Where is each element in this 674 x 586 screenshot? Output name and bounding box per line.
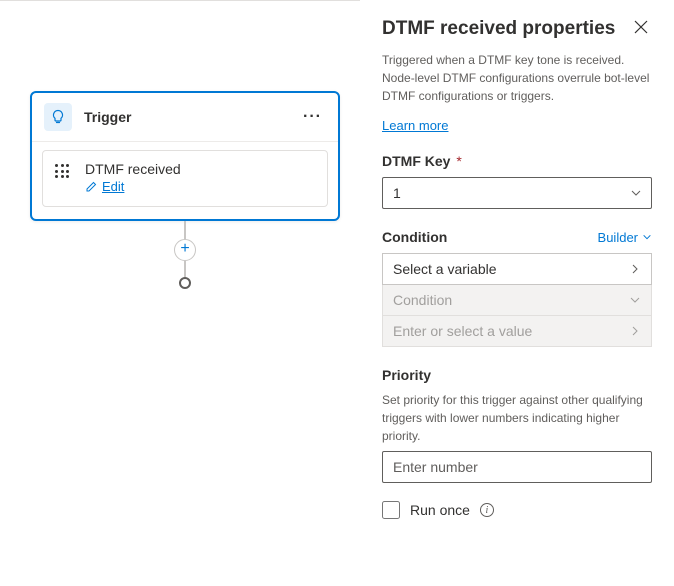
info-icon[interactable]: i [480, 503, 494, 517]
priority-description: Set priority for this trigger against ot… [382, 391, 652, 445]
run-once-checkbox[interactable] [382, 501, 400, 519]
node-header: Trigger ··· [32, 93, 338, 142]
end-node-icon [179, 277, 191, 289]
run-once-label: Run once [410, 502, 470, 518]
add-node-button[interactable]: + [174, 239, 196, 261]
condition-operator-select: Condition [382, 285, 652, 316]
edit-link[interactable]: Edit [85, 179, 124, 194]
chevron-right-icon [629, 325, 641, 337]
dtmf-key-select[interactable]: 1 [382, 177, 652, 209]
trigger-item-title: DTMF received [85, 161, 315, 177]
trigger-lightbulb-icon [44, 103, 72, 131]
dtmf-key-label: DTMF Key * [382, 153, 652, 169]
close-icon[interactable] [630, 18, 652, 41]
properties-panel: DTMF received properties Triggered when … [360, 0, 674, 586]
dialpad-icon [55, 164, 73, 182]
condition-value-select: Enter or select a value [382, 316, 652, 347]
node-title: Trigger [84, 109, 299, 125]
chevron-down-icon [629, 294, 641, 306]
connector: + [30, 221, 340, 289]
chevron-right-icon [629, 263, 641, 275]
run-once-row[interactable]: Run once i [382, 501, 652, 519]
priority-input[interactable] [382, 451, 652, 483]
panel-description: Triggered when a DTMF key tone is receiv… [382, 51, 652, 105]
condition-label: Condition Builder [382, 229, 652, 245]
panel-title: DTMF received properties [382, 18, 615, 40]
condition-builder: Select a variable Condition Enter or sel… [382, 253, 652, 347]
condition-variable-select[interactable]: Select a variable [382, 253, 652, 285]
trigger-item[interactable]: DTMF received Edit [42, 150, 328, 207]
builder-toggle[interactable]: Builder [598, 230, 652, 245]
node-overflow-menu[interactable]: ··· [299, 108, 326, 126]
pencil-icon [85, 181, 97, 193]
chevron-down-icon [642, 232, 652, 242]
priority-label: Priority [382, 367, 652, 383]
learn-more-link[interactable]: Learn more [382, 118, 448, 133]
flow-canvas: Trigger ··· DTMF received [0, 0, 360, 586]
trigger-node[interactable]: Trigger ··· DTMF received [30, 91, 340, 221]
